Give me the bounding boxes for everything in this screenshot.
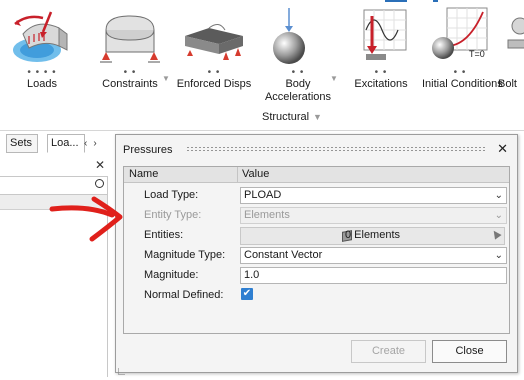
tab-scroll-arrows[interactable]: ‹› bbox=[84, 138, 103, 149]
chevron-down-icon: ⌄ bbox=[494, 210, 503, 221]
row-entity-type: Entity Type: Elements ⌄ bbox=[124, 206, 509, 225]
column-divider[interactable] bbox=[237, 167, 238, 182]
entities-selector-button[interactable]: 0 Elements bbox=[240, 227, 505, 245]
browser-search-input[interactable] bbox=[0, 177, 107, 195]
create-button[interactable]: Create bbox=[351, 340, 426, 363]
loads-tool[interactable]: • • • • Loads bbox=[6, 6, 78, 91]
load-type-select[interactable]: PLOAD ⌄ bbox=[240, 187, 507, 204]
ribbon-tab-indicator bbox=[385, 0, 407, 2]
enforced-disps-tool[interactable]: • • Enforced Disps bbox=[176, 6, 252, 91]
bolt-label: Bolt bbox=[498, 78, 517, 90]
chevron-down-icon[interactable]: ▼ bbox=[330, 74, 338, 83]
initial-conditions-label: Initial Conditions bbox=[422, 78, 503, 90]
chevron-down-icon[interactable]: ⌄ bbox=[495, 188, 503, 203]
body-accelerations-label: Body Accelerations bbox=[264, 78, 332, 103]
row-normal-defined: Normal Defined: ✔ bbox=[124, 286, 509, 305]
normal-defined-label: Normal Defined: bbox=[144, 289, 224, 301]
entity-type-select: Elements ⌄ bbox=[240, 207, 507, 224]
column-name-header: Name bbox=[129, 168, 159, 180]
chevron-down-icon[interactable]: ⌄ bbox=[495, 248, 503, 263]
bolt-tool[interactable]: Bolt bbox=[498, 6, 524, 91]
loads-pressure-icon bbox=[7, 6, 77, 68]
pressures-dialog: Pressures ✕ Name Value Load Type: PLOAD … bbox=[115, 134, 518, 373]
entity-type-label: Entity Type: bbox=[144, 209, 202, 221]
loads-label: Loads bbox=[27, 78, 57, 90]
initial-conditions-icon: T=0 bbox=[425, 6, 495, 68]
row-magnitude: Magnitude: 1.0 bbox=[124, 266, 509, 285]
property-grid-header: Name Value bbox=[124, 167, 509, 183]
column-value-header: Value bbox=[242, 168, 270, 180]
entities-label: Entities: bbox=[144, 229, 184, 241]
excitations-label: Excitations bbox=[354, 78, 408, 90]
magnitude-type-label: Magnitude Type: bbox=[144, 249, 226, 261]
tab-loads[interactable]: Loa... bbox=[47, 134, 85, 153]
tab-sets[interactable]: Sets bbox=[6, 134, 38, 153]
chevron-left-icon[interactable]: ‹ bbox=[84, 138, 93, 149]
constraints-tool[interactable]: • • Constraints ▼ bbox=[96, 6, 170, 91]
close-icon[interactable]: ✕ bbox=[95, 158, 105, 172]
normal-defined-checkbox[interactable]: ✔ bbox=[241, 288, 253, 300]
dialog-title: Pressures bbox=[123, 144, 173, 156]
bolt-icon bbox=[498, 6, 524, 68]
left-browser-panel: Sets Loa... ‹› ✕ bbox=[0, 131, 113, 380]
load-type-label: Load Type: bbox=[144, 189, 199, 201]
chevron-down-icon[interactable]: ▼ bbox=[313, 112, 322, 122]
ribbon-tab-indicator-2 bbox=[433, 0, 438, 2]
excitations-icon bbox=[350, 6, 420, 68]
body-accelerations-tool[interactable]: • • Body Accelerations ▼ bbox=[260, 6, 338, 104]
chevron-down-icon[interactable]: ▼ bbox=[162, 74, 170, 83]
ribbon-group-label: Structural bbox=[262, 111, 310, 123]
dialog-drag-handle[interactable] bbox=[186, 146, 486, 152]
annotation-arrow-icon bbox=[48, 195, 128, 254]
row-entities: Entities: 0 Elements bbox=[124, 226, 509, 245]
close-button[interactable]: Close bbox=[432, 340, 507, 363]
magnitude-label: Magnitude: bbox=[144, 269, 199, 281]
initial-conditions-tool[interactable]: T=0 • • Initial Conditions bbox=[422, 6, 503, 91]
constraints-icon bbox=[96, 6, 166, 68]
enforced-disps-icon bbox=[179, 6, 249, 68]
body-accelerations-icon bbox=[263, 6, 333, 68]
row-magnitude-type: Magnitude Type: Constant Vector ⌄ bbox=[124, 246, 509, 265]
close-icon[interactable]: ✕ bbox=[497, 141, 508, 157]
row-load-type: Load Type: PLOAD ⌄ bbox=[124, 186, 509, 205]
magnitude-input[interactable]: 1.0 bbox=[240, 267, 507, 284]
resize-grip-icon[interactable] bbox=[118, 368, 125, 375]
ribbon: • • • • Loads • • Constraints ▼ • • Enfo… bbox=[0, 0, 524, 131]
excitations-tool[interactable]: • • Excitations bbox=[350, 6, 412, 91]
constraints-label: Constraints bbox=[102, 78, 158, 90]
enforced-disps-label: Enforced Disps bbox=[176, 78, 252, 90]
initial-conditions-icon-text: T=0 bbox=[469, 49, 485, 59]
property-grid: Name Value Load Type: PLOAD ⌄ Entity Typ… bbox=[123, 166, 510, 334]
magnitude-type-select[interactable]: Constant Vector ⌄ bbox=[240, 247, 507, 264]
chevron-right-icon[interactable]: › bbox=[93, 138, 102, 149]
search-icon[interactable] bbox=[95, 179, 104, 188]
